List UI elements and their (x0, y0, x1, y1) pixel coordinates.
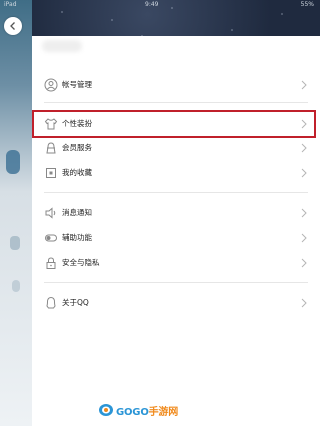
crown-icon (46, 142, 56, 154)
watermark: GOGO手游网 (98, 402, 178, 418)
toggle-icon (45, 234, 57, 242)
lock-icon (46, 257, 56, 269)
battery-percent: 55% (300, 1, 314, 8)
chevron-right-icon (301, 233, 307, 243)
background-shape (12, 280, 20, 292)
menu-item-accessibility[interactable]: 辅助功能 (32, 227, 320, 249)
menu-item-label: 消息通知 (62, 208, 92, 217)
watermark-text: GOGO手游网 (116, 403, 178, 418)
menu-item-label: 关于QQ (62, 298, 89, 307)
chevron-right-icon (301, 258, 307, 268)
menu-item-label: 帐号管理 (62, 80, 92, 89)
bookmark-icon (46, 168, 56, 178)
menu-item-security-privacy[interactable]: 安全与隐私 (32, 252, 320, 274)
background-shape (10, 236, 20, 250)
highlight-box (32, 110, 316, 138)
profile-name-blurred (42, 40, 82, 52)
menu-item-notifications[interactable]: 消息通知 (32, 202, 320, 224)
back-button[interactable] (4, 17, 22, 35)
chevron-right-icon (301, 298, 307, 308)
watermark-prefix: GOGO (116, 406, 149, 418)
menu-item-membership[interactable]: 会员服务 (32, 137, 320, 159)
divider (44, 192, 308, 193)
background-blur (0, 0, 32, 426)
status-bar: iPad 9:49 55% (0, 0, 320, 10)
settings-panel: 帐号管理 个性装扮 会员服务 我的收藏 消息通知 辅助功能 安全与隐私 关于QQ (32, 36, 320, 426)
menu-item-account-management[interactable]: 帐号管理 (32, 74, 320, 96)
menu-item-label: 我的收藏 (62, 168, 92, 177)
chevron-right-icon (301, 143, 307, 153)
watermark-suffix: 手游网 (148, 406, 179, 418)
penguin-icon (46, 296, 56, 309)
user-icon (44, 78, 58, 92)
chevron-right-icon (301, 168, 307, 178)
menu-item-favorites[interactable]: 我的收藏 (32, 162, 320, 184)
clock: 9:49 (145, 1, 159, 8)
divider (44, 282, 308, 283)
background-shape (6, 150, 20, 174)
divider (44, 102, 308, 103)
menu-item-label: 会员服务 (62, 143, 92, 152)
chevron-right-icon (301, 208, 307, 218)
speaker-icon (45, 207, 56, 219)
device-label: iPad (4, 1, 17, 8)
menu-item-about-qq[interactable]: 关于QQ (32, 292, 320, 314)
chevron-right-icon (301, 80, 307, 90)
menu-item-label: 安全与隐私 (62, 258, 100, 267)
chevron-left-icon (10, 22, 15, 30)
menu-item-label: 辅助功能 (62, 233, 92, 242)
watermark-logo-icon (99, 404, 113, 416)
